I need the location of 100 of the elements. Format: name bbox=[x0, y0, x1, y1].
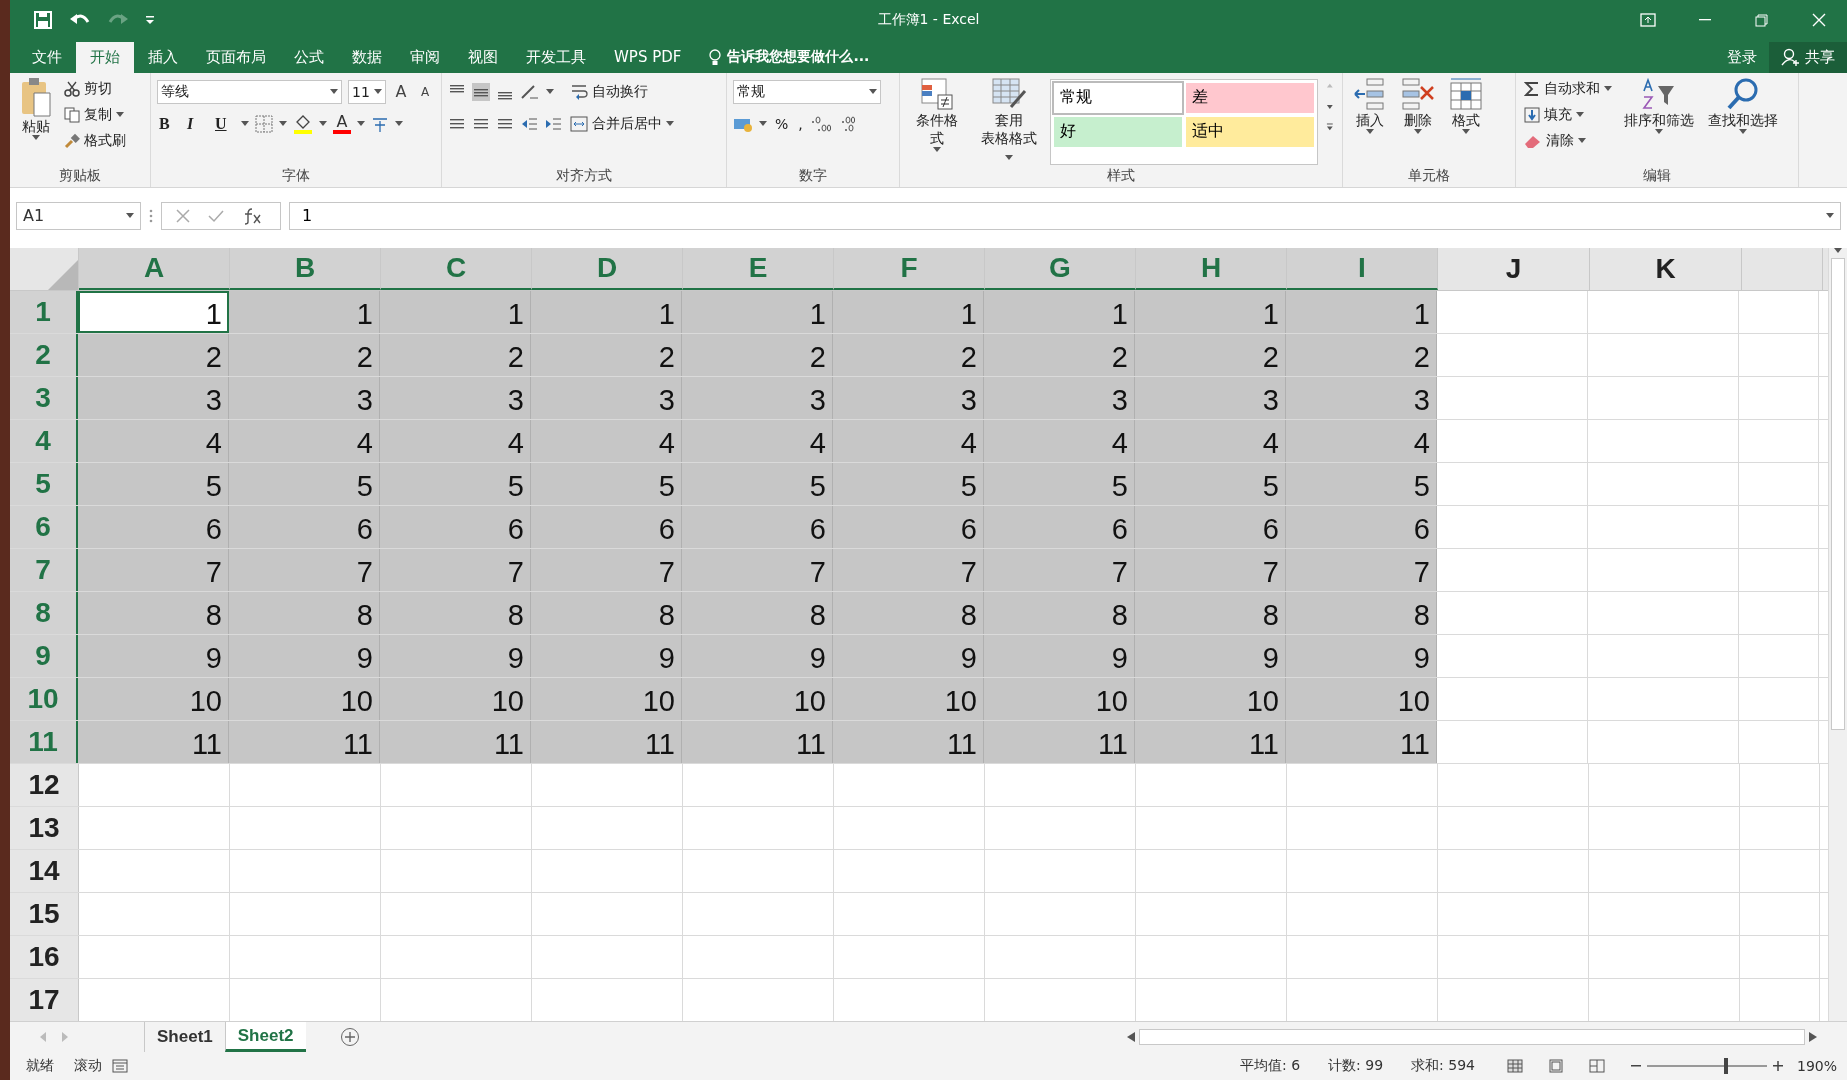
insert-cells-button[interactable]: 插入 bbox=[1349, 76, 1391, 165]
borders-icon[interactable] bbox=[255, 114, 273, 133]
column-header[interactable]: H bbox=[1136, 247, 1287, 290]
column-header[interactable]: G bbox=[985, 247, 1136, 290]
scroll-left-icon[interactable] bbox=[1127, 1032, 1135, 1043]
row-header[interactable]: 16 bbox=[10, 935, 79, 978]
table-cell: 4 bbox=[682, 419, 833, 462]
ribbon-tab[interactable]: 开发工具 bbox=[512, 41, 600, 73]
table-cell: 3 bbox=[833, 376, 984, 419]
scroll-right-icon[interactable] bbox=[1809, 1032, 1817, 1043]
middle-align-icon[interactable] bbox=[472, 82, 490, 101]
ribbon-tab[interactable]: WPS PDF bbox=[600, 41, 696, 73]
column-header[interactable]: A bbox=[79, 247, 230, 290]
cut-button[interactable]: 剪切 bbox=[62, 76, 128, 101]
zoom-slider-thumb[interactable] bbox=[1723, 1058, 1728, 1075]
delete-cells-button[interactable]: 删除 bbox=[1397, 76, 1439, 165]
ribbon-tab[interactable]: 公式 bbox=[280, 41, 338, 73]
column-header[interactable]: E bbox=[683, 247, 834, 290]
save-icon[interactable] bbox=[34, 11, 52, 29]
fill-button[interactable]: 填充 bbox=[1522, 102, 1614, 127]
tell-me-search[interactable]: 告诉我您想要做什么... bbox=[727, 48, 870, 67]
macro-record-icon[interactable] bbox=[112, 1059, 128, 1074]
cell-style-swatch[interactable]: 好 bbox=[1054, 116, 1183, 147]
column-header[interactable]: B bbox=[230, 247, 381, 290]
underline-button[interactable]: U bbox=[213, 111, 235, 136]
row-header[interactable]: 6 bbox=[10, 505, 78, 548]
table-cell: 4 bbox=[78, 419, 229, 462]
row-header[interactable]: 3 bbox=[10, 376, 78, 419]
ribbon-tab[interactable]: 插入 bbox=[134, 41, 192, 73]
font-size-dropdown[interactable]: 11 bbox=[348, 79, 386, 104]
page-layout-icon[interactable] bbox=[1548, 1059, 1563, 1074]
column-header[interactable]: D bbox=[532, 247, 683, 290]
row-header[interactable]: 17 bbox=[10, 978, 79, 1021]
clear-button[interactable]: 清除 bbox=[1522, 128, 1614, 153]
row-header[interactable]: 11 bbox=[10, 720, 78, 763]
sheet-tab[interactable]: Sheet2 bbox=[224, 1022, 306, 1053]
increase-decimal-icon[interactable] bbox=[810, 114, 831, 133]
zoom-in-icon[interactable] bbox=[1772, 1061, 1783, 1072]
sign-in-link[interactable]: 登录 bbox=[1715, 47, 1769, 67]
ribbon-tab[interactable]: 文件 bbox=[18, 41, 76, 73]
cell-style-swatch[interactable]: 差 bbox=[1186, 82, 1315, 113]
row-header[interactable]: 2 bbox=[10, 333, 78, 376]
grow-font-button[interactable]: A bbox=[392, 82, 410, 102]
column-header[interactable]: F bbox=[834, 247, 985, 290]
shrink-font-button[interactable]: A bbox=[416, 84, 434, 99]
row-header[interactable]: 12 bbox=[10, 763, 79, 806]
normal-view-icon[interactable] bbox=[1506, 1059, 1523, 1074]
column-header[interactable]: I bbox=[1287, 247, 1438, 290]
horizontal-scrollbar[interactable] bbox=[1139, 1029, 1805, 1046]
row-header[interactable]: 1 bbox=[10, 290, 78, 333]
vertical-scrollbar[interactable] bbox=[1828, 247, 1847, 1022]
row-header[interactable]: 4 bbox=[10, 419, 78, 462]
row-header[interactable]: 15 bbox=[10, 892, 79, 935]
column-header[interactable]: C bbox=[381, 247, 532, 290]
row-header[interactable]: 5 bbox=[10, 462, 78, 505]
table-cell: 3 bbox=[229, 376, 380, 419]
ribbon-tab[interactable]: 开始 bbox=[76, 41, 134, 73]
sort-filter-button[interactable]: 排序和筛选 bbox=[1620, 76, 1698, 165]
row-header[interactable]: 10 bbox=[10, 677, 78, 720]
font-name-dropdown[interactable]: 等线 bbox=[157, 79, 342, 104]
column-header[interactable]: K bbox=[1590, 247, 1742, 290]
merge-center-button[interactable]: 合并后居中 bbox=[568, 111, 676, 136]
name-box[interactable]: A1 bbox=[16, 201, 141, 230]
conditional-formatting-button[interactable]: 条件格式 bbox=[906, 76, 969, 165]
find-select-button[interactable]: 查找和选择 bbox=[1704, 76, 1782, 165]
ribbon-tab[interactable]: 视图 bbox=[454, 41, 512, 73]
format-painter-button[interactable]: 格式刷 bbox=[62, 128, 128, 153]
cell-style-swatch[interactable]: 适中 bbox=[1186, 116, 1315, 147]
format-cells-button[interactable]: 格式 bbox=[1445, 76, 1487, 165]
table-cell: 4 bbox=[1135, 419, 1286, 462]
row-header[interactable]: 8 bbox=[10, 591, 78, 634]
paste-button[interactable]: 粘贴 bbox=[16, 76, 56, 165]
font-color-button[interactable]: A bbox=[333, 113, 351, 134]
italic-button[interactable]: I bbox=[185, 111, 207, 136]
ribbon-tab[interactable]: 数据 bbox=[338, 41, 396, 73]
fill-color-icon[interactable] bbox=[293, 113, 313, 134]
row-header[interactable]: 13 bbox=[10, 806, 79, 849]
ribbon-tab[interactable]: 页面布局 bbox=[192, 41, 280, 73]
autosum-button[interactable]: 自动求和 bbox=[1522, 76, 1614, 101]
add-sheet-icon[interactable] bbox=[339, 1027, 360, 1048]
row-header[interactable]: 7 bbox=[10, 548, 78, 591]
ribbon-tab[interactable]: 审阅 bbox=[396, 41, 454, 73]
formula-input[interactable]: 1 bbox=[289, 201, 1841, 230]
wrap-text-button[interactable]: 自动换行 bbox=[568, 79, 650, 104]
orientation-icon[interactable] bbox=[520, 83, 540, 100]
percent-button[interactable]: % bbox=[773, 111, 791, 136]
zoom-level[interactable]: 190% bbox=[1796, 1058, 1837, 1075]
row-header[interactable]: 9 bbox=[10, 634, 78, 677]
comma-style-button[interactable]: , bbox=[796, 111, 805, 136]
customize-icon[interactable] bbox=[146, 16, 154, 24]
bold-button[interactable]: B bbox=[157, 111, 179, 136]
copy-button[interactable]: 复制 bbox=[62, 102, 128, 127]
number-format-dropdown[interactable]: 常规 bbox=[733, 79, 881, 104]
column-header[interactable]: J bbox=[1438, 247, 1590, 290]
share-button[interactable]: 共享 bbox=[1769, 41, 1847, 73]
cell-style-swatch[interactable]: 常规 bbox=[1054, 82, 1183, 113]
function-icon[interactable] bbox=[242, 206, 262, 225]
page-break-icon[interactable] bbox=[1588, 1059, 1605, 1074]
row-header[interactable]: 14 bbox=[10, 849, 79, 892]
format-as-table-button[interactable]: 套用 表格格式 bbox=[974, 76, 1045, 165]
